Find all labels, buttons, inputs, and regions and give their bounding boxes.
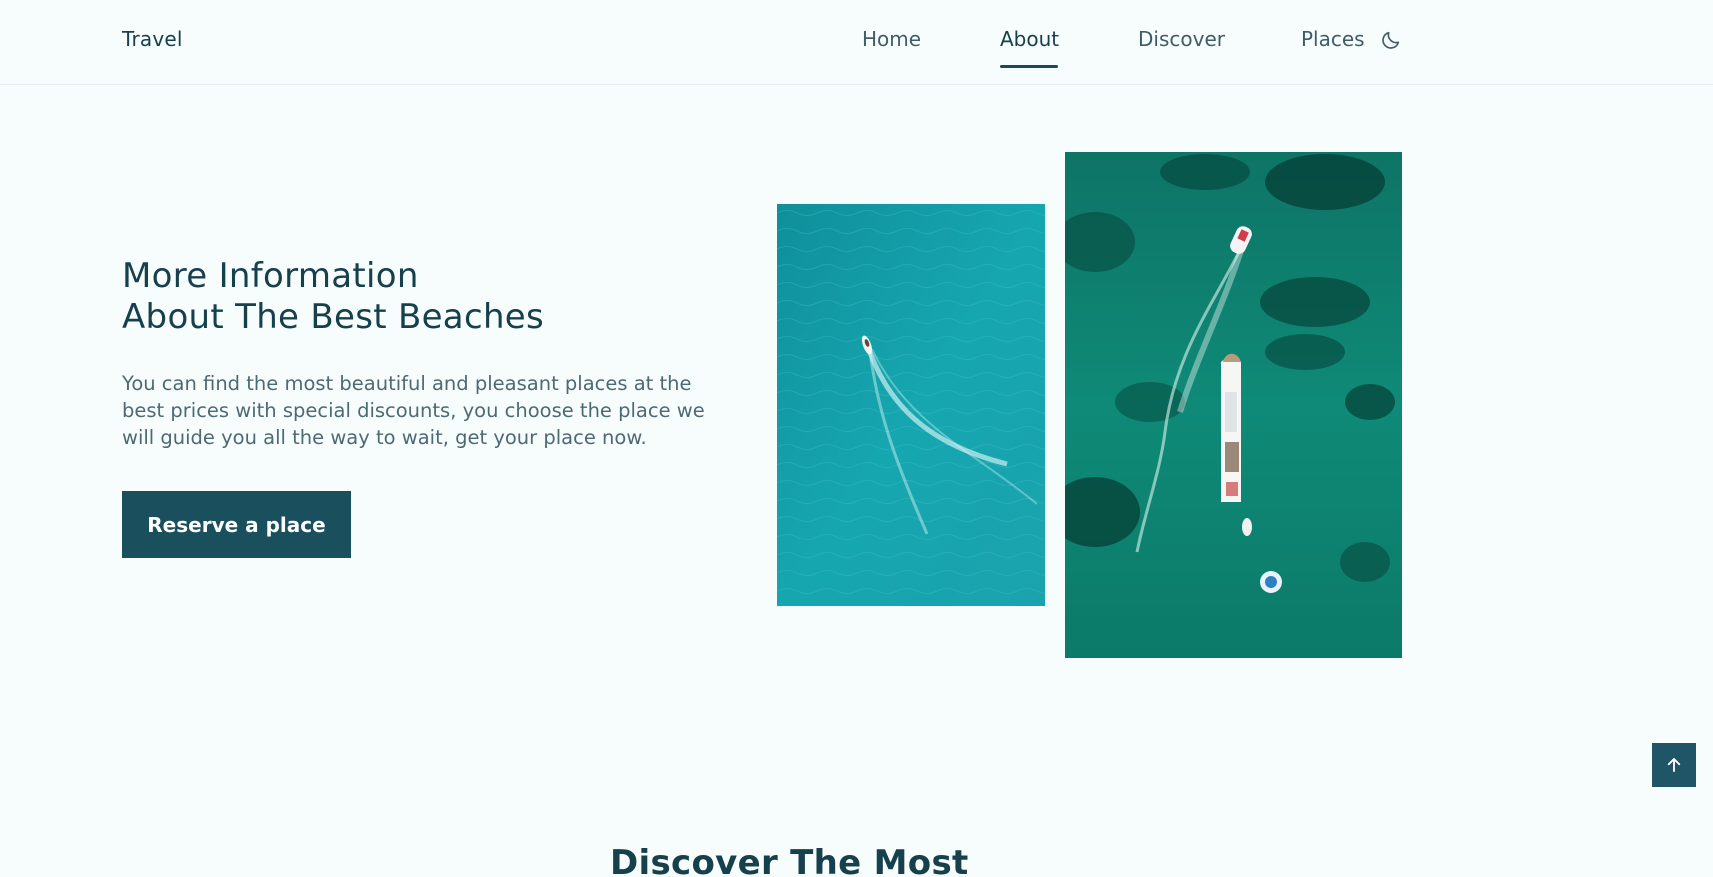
nav-about[interactable]: About xyxy=(1000,27,1059,51)
nav-places[interactable]: Places xyxy=(1301,27,1365,51)
title-line-1: More Information xyxy=(122,256,419,296)
nav-active-indicator xyxy=(1000,65,1058,68)
aerial-yacht-image xyxy=(1065,152,1402,658)
about-description: You can find the most beautiful and plea… xyxy=(122,372,705,449)
aerial-boat-image xyxy=(777,204,1045,606)
nav-home[interactable]: Home xyxy=(862,27,921,51)
discover-section-title: Discover The Most xyxy=(610,843,969,877)
reserve-place-button[interactable]: Reserve a place xyxy=(122,491,351,558)
site-header: Travel Home About Discover Places xyxy=(0,0,1713,85)
nav-discover[interactable]: Discover xyxy=(1138,27,1225,51)
arrow-up-icon xyxy=(1667,758,1681,772)
moon-icon[interactable] xyxy=(1380,29,1402,51)
title-line-2: About The Best Beaches xyxy=(122,297,545,337)
scroll-to-top-button[interactable] xyxy=(1652,743,1696,787)
logo[interactable]: Travel xyxy=(122,27,183,51)
page-title: More Information About The Best Beaches xyxy=(122,256,544,338)
